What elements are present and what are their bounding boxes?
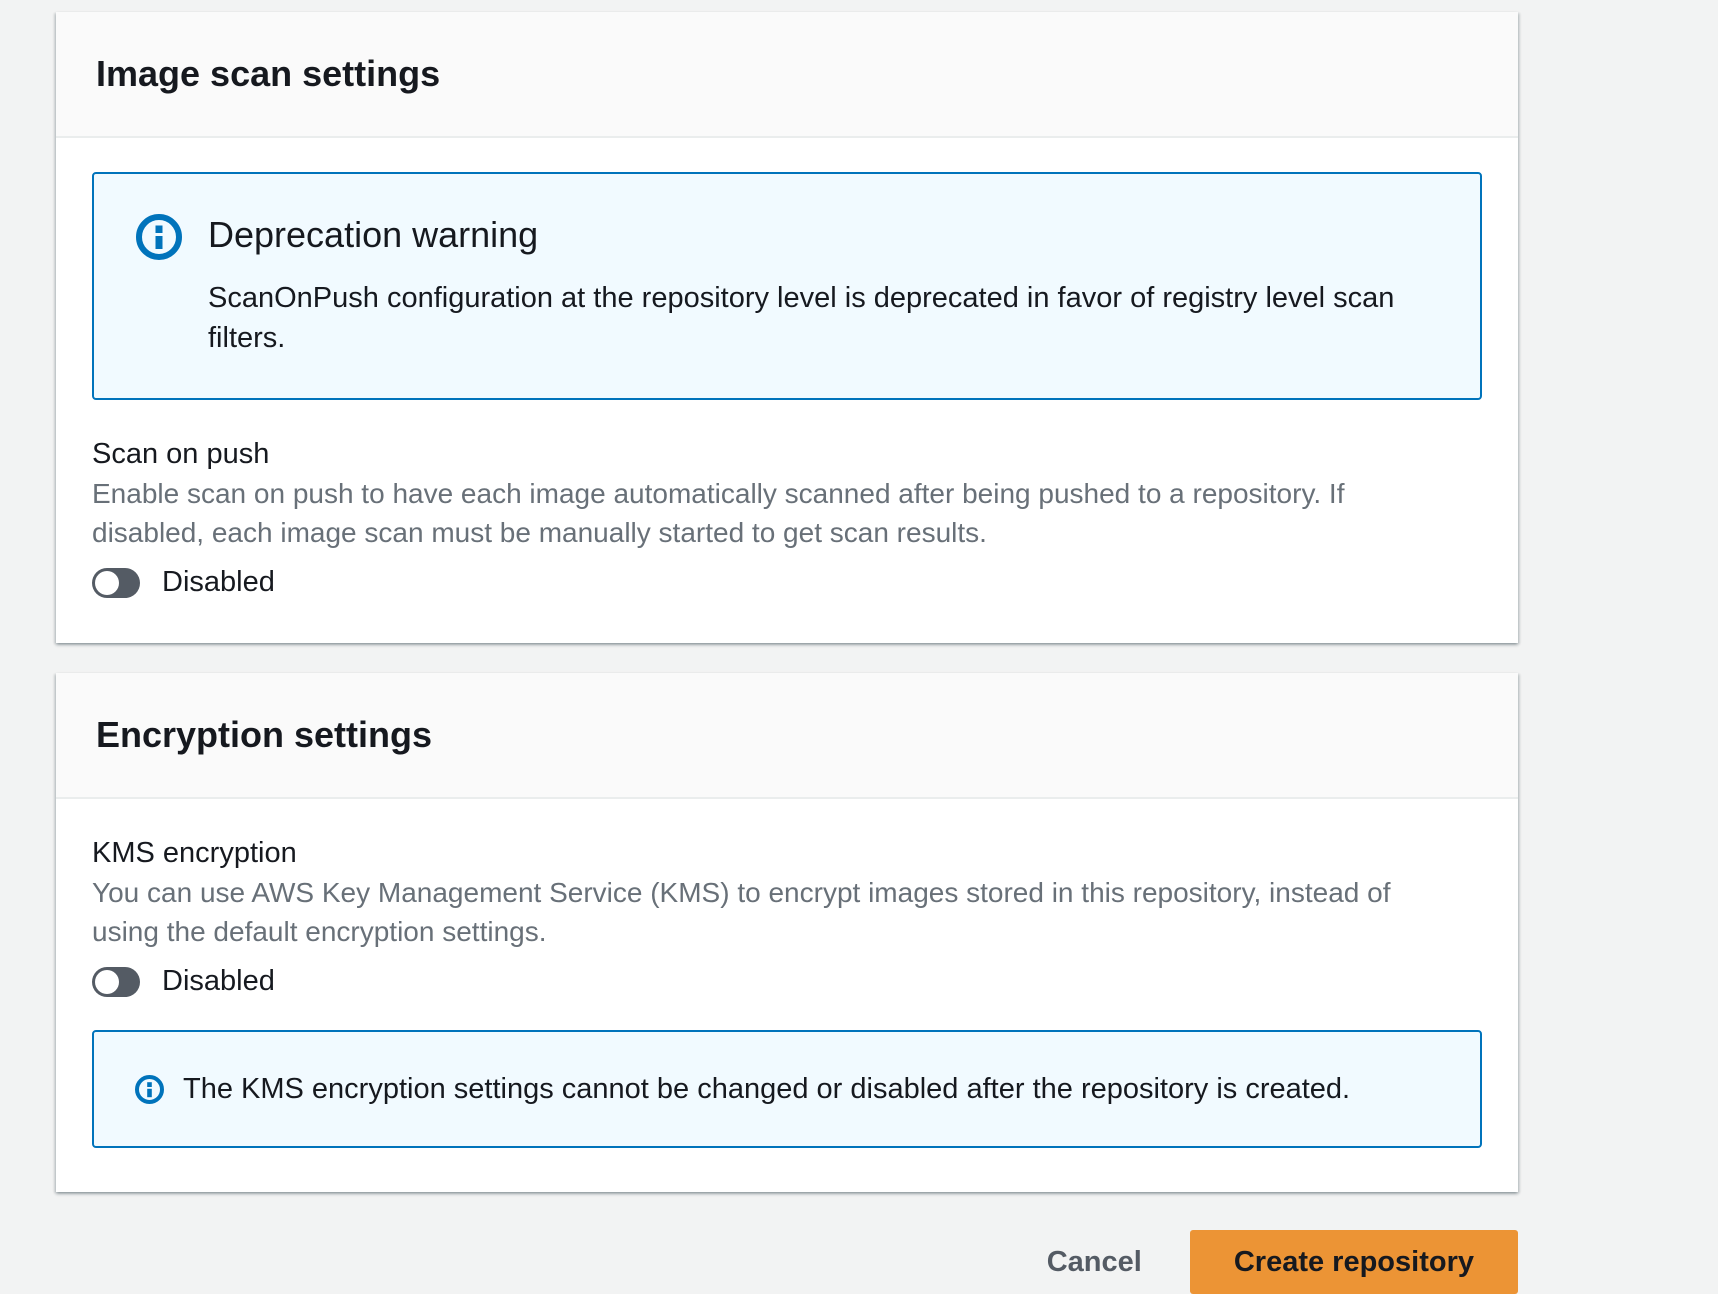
kms-encryption-description: You can use AWS Key Management Service (… [92,873,1452,951]
create-repository-button[interactable]: Create repository [1190,1230,1518,1294]
kms-info-box: The KMS encryption settings cannot be ch… [92,1030,1482,1148]
scan-on-push-field: Scan on push Enable scan on push to have… [92,434,1482,599]
encryption-settings-header: Encryption settings [56,673,1518,799]
info-icon [134,1074,165,1105]
scan-on-push-description: Enable scan on push to have each image a… [92,474,1452,552]
image-scan-settings-title: Image scan settings [96,52,1478,96]
kms-encryption-toggle-row: Disabled [92,965,1482,998]
kms-encryption-label: KMS encryption [92,833,1482,873]
encryption-settings-card: Encryption settings KMS encryption You c… [56,673,1518,1192]
info-icon [134,212,184,262]
deprecation-warning-message: ScanOnPush configuration at the reposito… [208,278,1440,358]
scan-on-push-toggle-state: Disabled [162,566,275,599]
scan-on-push-toggle[interactable] [92,568,140,598]
deprecation-warning-content: Deprecation warning ScanOnPush configura… [208,210,1440,358]
toggle-knob [95,571,119,595]
kms-encryption-toggle[interactable] [92,967,140,997]
scan-on-push-label: Scan on push [92,434,1482,474]
form-actions: Cancel Create repository [56,1230,1518,1294]
scan-on-push-toggle-row: Disabled [92,566,1482,599]
image-scan-settings-body: Deprecation warning ScanOnPush configura… [56,138,1518,643]
kms-encryption-toggle-state: Disabled [162,965,275,998]
cancel-button[interactable]: Cancel [1009,1230,1180,1294]
deprecation-warning-alert: Deprecation warning ScanOnPush configura… [92,172,1482,400]
form-content: Image scan settings Deprecation warning … [56,12,1518,1294]
toggle-knob [95,970,119,994]
kms-encryption-field: KMS encryption You can use AWS Key Manag… [92,833,1482,998]
encryption-settings-body: KMS encryption You can use AWS Key Manag… [56,799,1518,1192]
image-scan-settings-card: Image scan settings Deprecation warning … [56,12,1518,643]
kms-info-message: The KMS encryption settings cannot be ch… [183,1070,1350,1108]
deprecation-warning-title: Deprecation warning [208,210,1440,260]
encryption-settings-title: Encryption settings [96,713,1478,757]
image-scan-settings-header: Image scan settings [56,12,1518,138]
